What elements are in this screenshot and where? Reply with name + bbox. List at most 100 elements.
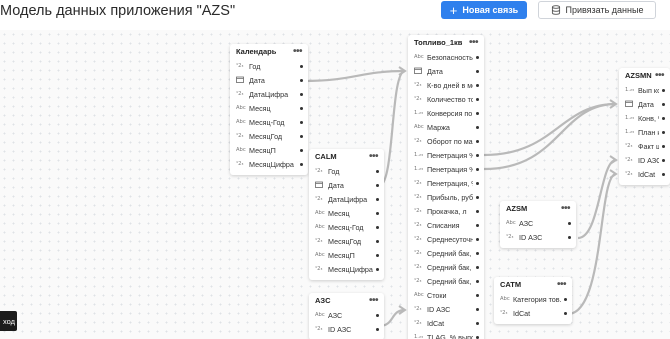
more-options-icon[interactable]: •••: [369, 295, 379, 306]
field-row[interactable]: 1.₂₃Пенетрация % ...: [408, 162, 484, 176]
field-row[interactable]: Abc Стоки: [408, 288, 484, 302]
table-header[interactable]: CALM •••: [309, 149, 384, 164]
link-handle[interactable]: [376, 327, 379, 331]
table-card[interactable]: Топливо_1кв ••• Abc Безопасность Дата ¹2₃ К-во…: [408, 35, 484, 339]
link-handle[interactable]: [476, 181, 479, 185]
field-row[interactable]: ¹2₃ МесяцГод: [230, 129, 308, 143]
link-handle[interactable]: [476, 223, 479, 227]
link-handle[interactable]: [300, 134, 303, 138]
link-handle[interactable]: [662, 158, 665, 162]
link-handle[interactable]: [376, 313, 379, 317]
field-row[interactable]: 1.₂₃TLAG_% выпол...: [408, 330, 484, 339]
link-handle[interactable]: [476, 167, 479, 171]
field-row[interactable]: Abc Месяц: [230, 101, 308, 115]
field-row[interactable]: ¹2₃ IdCat: [619, 167, 670, 181]
link-handle[interactable]: [476, 335, 479, 339]
more-options-icon[interactable]: •••: [369, 151, 379, 162]
link-handle[interactable]: [662, 88, 665, 92]
table-header[interactable]: AZSMN •••: [619, 68, 670, 83]
link-handle[interactable]: [300, 120, 303, 124]
field-row[interactable]: Abc АЗС: [309, 308, 384, 322]
field-row[interactable]: Дата: [309, 178, 384, 192]
link-handle[interactable]: [476, 307, 479, 311]
table-card[interactable]: Календарь ••• ¹2₃ Год Дата ¹2₃ ДатаЦифра Abc Мес…: [230, 44, 308, 175]
link-handle[interactable]: [376, 197, 379, 201]
field-row[interactable]: ¹2₃ Количество то...: [408, 92, 484, 106]
link-handle[interactable]: [300, 92, 303, 96]
field-row[interactable]: ¹2₃ ДатаЦифра: [309, 192, 384, 206]
table-header[interactable]: CATM •••: [494, 277, 572, 292]
link-handle[interactable]: [662, 102, 665, 106]
table-card[interactable]: CATM ••• Abc Категория тов... ¹2₃ IdCat: [494, 277, 572, 324]
field-row[interactable]: ¹2₃ Прибыль, руб: [408, 190, 484, 204]
link-handle[interactable]: [564, 311, 567, 315]
link-handle[interactable]: [300, 64, 303, 68]
link-handle[interactable]: [300, 148, 303, 152]
link-handle[interactable]: [476, 97, 479, 101]
field-row[interactable]: 1.₂₃Конв, %: [619, 111, 670, 125]
new-link-button[interactable]: + Новая связь: [441, 1, 527, 19]
field-row[interactable]: ¹2₃ IdCat: [494, 306, 572, 320]
link-handle[interactable]: [476, 265, 479, 269]
link-handle[interactable]: [662, 130, 665, 134]
table-header[interactable]: Топливо_1кв •••: [408, 35, 484, 50]
field-row[interactable]: Abc Месяц-Год: [230, 115, 308, 129]
table-header[interactable]: Календарь •••: [230, 44, 308, 59]
more-options-icon[interactable]: •••: [293, 46, 303, 57]
field-row[interactable]: Дата: [230, 73, 308, 87]
field-row[interactable]: ¹2₃ Год: [309, 164, 384, 178]
field-row[interactable]: 1.₂₃План конв: [619, 125, 670, 139]
link-handle[interactable]: [568, 221, 571, 225]
link-handle[interactable]: [376, 239, 379, 243]
field-row[interactable]: ¹2₃ ID АЗС: [309, 322, 384, 336]
field-row[interactable]: ¹2₃ МесяцЦифра: [230, 157, 308, 171]
link-handle[interactable]: [376, 183, 379, 187]
field-row[interactable]: ¹2₃ К-во дней в ме...: [408, 78, 484, 92]
field-row[interactable]: ¹2₃ ID АЗС: [500, 230, 576, 244]
field-row[interactable]: ¹2₃ МесяцГод: [309, 234, 384, 248]
more-options-icon[interactable]: •••: [557, 279, 567, 290]
field-row[interactable]: ¹2₃ Средний бак, ...: [408, 274, 484, 288]
link-handle[interactable]: [662, 144, 665, 148]
field-row[interactable]: 1.₂₃Пенетрация % ...: [408, 148, 484, 162]
field-row[interactable]: ¹2₃ Средний бак, ...: [408, 246, 484, 260]
field-row[interactable]: Abc АЗС: [500, 216, 576, 230]
link-handle[interactable]: [376, 253, 379, 257]
toast-message[interactable]: ход: [0, 311, 17, 331]
field-row[interactable]: Дата: [619, 97, 670, 111]
field-row[interactable]: Abc МесяцП: [309, 248, 384, 262]
field-row[interactable]: Abc Маржа: [408, 120, 484, 134]
link-handle[interactable]: [476, 237, 479, 241]
table-card[interactable]: AZSM ••• Abc АЗС ¹2₃ ID АЗС: [500, 201, 576, 248]
field-row[interactable]: ¹2₃ Среднесуточн...: [408, 232, 484, 246]
field-row[interactable]: Abc Месяц: [309, 206, 384, 220]
link-handle[interactable]: [476, 251, 479, 255]
more-options-icon[interactable]: •••: [655, 70, 665, 81]
link-handle[interactable]: [300, 106, 303, 110]
link-handle[interactable]: [476, 209, 479, 213]
more-options-icon[interactable]: •••: [469, 37, 479, 48]
link-handle[interactable]: [476, 125, 479, 129]
field-row[interactable]: 1.₂₃Вып конв: [619, 83, 670, 97]
link-handle[interactable]: [376, 225, 379, 229]
field-row[interactable]: Дата: [408, 64, 484, 78]
link-handle[interactable]: [376, 169, 379, 173]
field-row[interactable]: Abc Безопасность: [408, 50, 484, 64]
link-handle[interactable]: [476, 279, 479, 283]
field-row[interactable]: Abc Категория тов...: [494, 292, 572, 306]
link-handle[interactable]: [300, 162, 303, 166]
link-handle[interactable]: [476, 195, 479, 199]
field-row[interactable]: ¹2₃ ID АЗС: [408, 302, 484, 316]
field-row[interactable]: ¹2₃ ДатаЦифра: [230, 87, 308, 101]
field-row[interactable]: 1.₂₃Конверсия по ...: [408, 106, 484, 120]
field-row[interactable]: ¹2₃ Прокачка, л: [408, 204, 484, 218]
link-handle[interactable]: [476, 111, 479, 115]
field-row[interactable]: ¹2₃ ID АЗС: [619, 153, 670, 167]
link-handle[interactable]: [376, 267, 379, 271]
table-card[interactable]: CALM ••• ¹2₃ Год Дата ¹2₃ ДатаЦифра Abc Месяц Abc…: [309, 149, 384, 280]
link-handle[interactable]: [476, 69, 479, 73]
bind-data-button[interactable]: Привязать данные: [538, 1, 656, 19]
link-handle[interactable]: [300, 78, 303, 82]
link-handle[interactable]: [476, 321, 479, 325]
table-card[interactable]: AЗC ••• Abc АЗС ¹2₃ ID АЗС: [309, 293, 384, 339]
